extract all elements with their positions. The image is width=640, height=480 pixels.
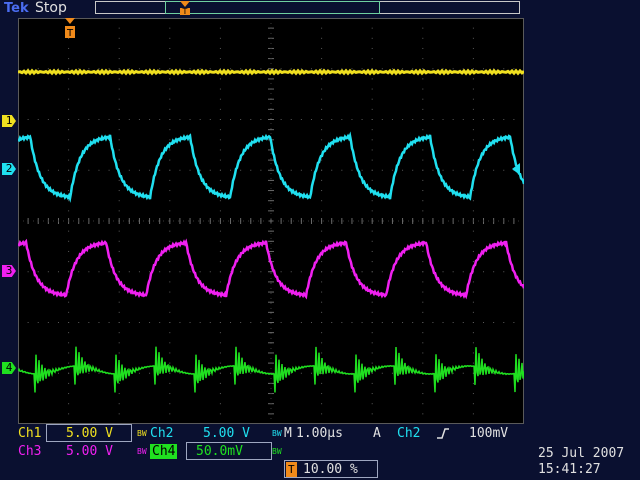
ch1-label: Ch1 (18, 426, 42, 441)
ch4-ground-marker[interactable]: 4 (2, 362, 16, 374)
date: 25 Jul 2007 (538, 446, 625, 461)
trigger-level: 100mV (469, 426, 509, 441)
record-view-window (165, 1, 380, 14)
acquisition-status: Stop (35, 0, 67, 16)
trigger-level-arrow-icon (512, 163, 520, 175)
svg-text:T: T (182, 7, 188, 16)
top-status-bar: Tek Stop T (0, 0, 640, 18)
timebase-value: 1.00µs (296, 426, 343, 441)
waveform-graticule (18, 18, 524, 424)
ch4-bw-icon: BW (272, 447, 282, 456)
trigger-position-icon: T (180, 1, 190, 16)
trigger-source: Ch2 (397, 426, 421, 441)
ch2-scale: 5.00 V (203, 426, 250, 441)
ch2-ground-marker[interactable]: 2 (2, 163, 16, 175)
ch1-ground-marker[interactable]: 1 (2, 115, 16, 127)
ch4-label: Ch4 (150, 444, 178, 459)
brand-logo: Tek (4, 1, 29, 16)
ch3-label: Ch3 (18, 444, 42, 459)
ch2-bw-icon: BW (272, 429, 282, 438)
trigger-point-icon: T (65, 18, 75, 39)
ch1-bw-icon: BW (137, 429, 147, 438)
rising-edge-icon (437, 428, 449, 439)
waveform-display[interactable] (18, 18, 524, 424)
acquisition-mode: A (373, 426, 381, 441)
time: 15:41:27 (538, 462, 601, 477)
ch1-scale: 5.00 V (66, 426, 113, 441)
ch3-ground-marker[interactable]: 3 (2, 265, 16, 277)
ch3-scale: 5.00 V (66, 444, 113, 459)
trigger-position-box (284, 460, 378, 478)
svg-text:T: T (66, 28, 74, 39)
ch2-label: Ch2 (150, 426, 174, 441)
ch4-scale: 50.0mV (196, 444, 243, 459)
readout-panel: Ch1 5.00 V BW Ch2 5.00 V BW M 1.00µs A C… (0, 424, 640, 480)
timebase-label: M (284, 426, 292, 441)
ch3-bw-icon: BW (137, 447, 147, 456)
